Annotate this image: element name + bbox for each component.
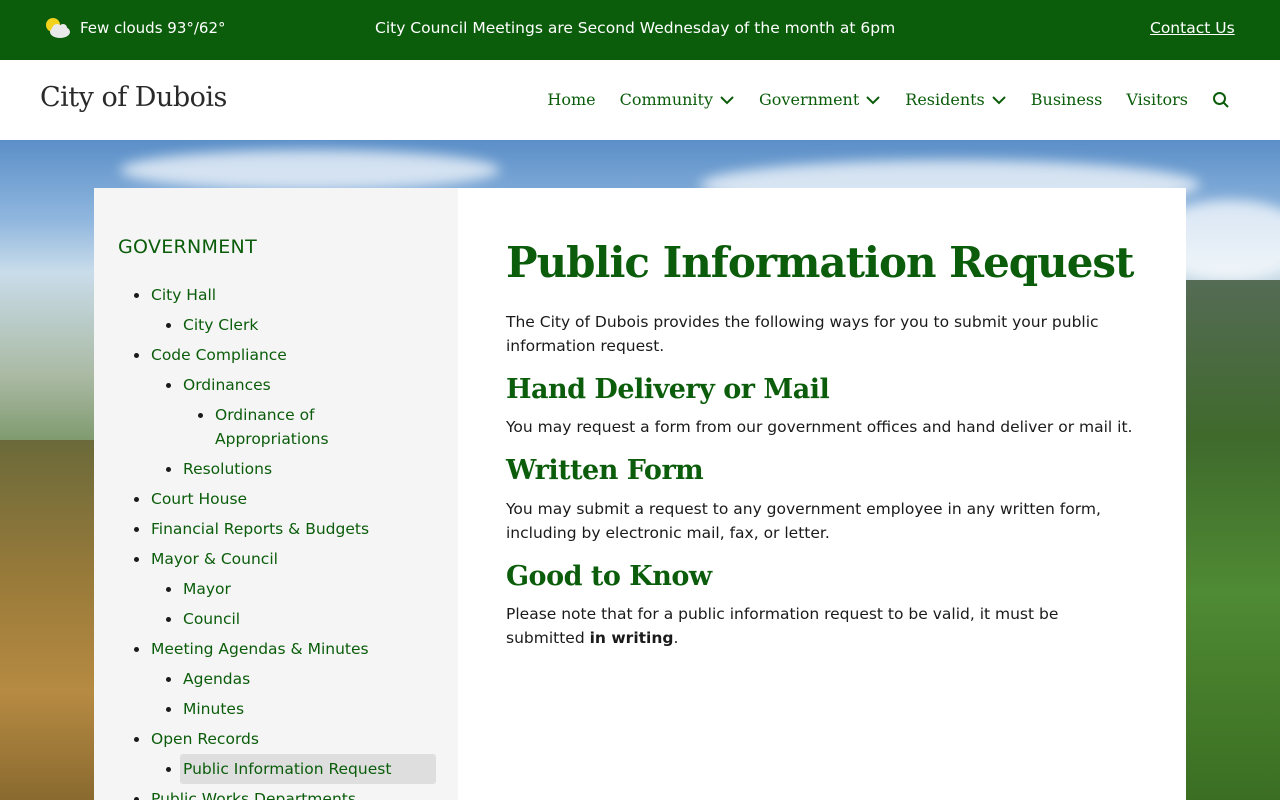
sidebar-item-public-works[interactable]: Public Works Departments xyxy=(94,784,458,800)
announcement-text: City Council Meetings are Second Wednesd… xyxy=(375,19,896,37)
sidebar-item-city-hall[interactable]: City Hall xyxy=(94,280,458,310)
sidebar-item-label: Open Records xyxy=(151,730,259,748)
sidebar-item-agendas[interactable]: Agendas xyxy=(94,664,458,694)
sidebar-item-label: Meeting Agendas & Minutes xyxy=(151,640,369,658)
chevron-down-icon xyxy=(992,95,1006,104)
sidebar-item-label: Public Works Departments xyxy=(151,790,356,800)
sidebar-item-city-clerk[interactable]: City Clerk xyxy=(94,310,458,340)
section-heading-good-to-know: Good to Know xyxy=(506,561,712,592)
intro-paragraph: The City of Dubois provides the followin… xyxy=(506,313,1099,355)
sidebar-item-label: Ordinances xyxy=(183,376,271,394)
sidebar-item-resolutions[interactable]: Resolutions xyxy=(94,454,458,484)
section-heading-written-form: Written Form xyxy=(506,455,704,486)
sidebar-item-label: Minutes xyxy=(183,700,245,718)
nav-label: Residents xyxy=(905,90,985,109)
nav-government[interactable]: Government xyxy=(759,90,881,109)
good-to-know-bold: in writing xyxy=(589,629,674,647)
sidebar-item-open-records[interactable]: Open Records xyxy=(94,724,458,754)
sidebar-item-minutes[interactable]: Minutes xyxy=(94,694,458,724)
sidebar-item-ordinance-of-appropriations[interactable]: Ordinance of Appropriations xyxy=(94,400,458,454)
contact-us-link[interactable]: Contact Us xyxy=(1150,19,1235,37)
site-title[interactable]: City of Dubois xyxy=(40,82,227,113)
good-to-know-end: . xyxy=(673,629,679,647)
sidebar-item-label: Public Information Request xyxy=(183,760,392,778)
content-card: GOVERNMENT City Hall City Clerk Code Com… xyxy=(94,188,1186,800)
nav-visitors[interactable]: Visitors xyxy=(1126,90,1188,109)
main-nav: Home Community Government Residents Busi… xyxy=(523,90,1230,109)
sidebar-item-mayor[interactable]: Mayor xyxy=(94,574,458,604)
sidebar-item-label: Financial Reports & Budgets xyxy=(151,520,370,538)
sidebar-item-label: City Hall xyxy=(151,286,217,304)
nav-label: Home xyxy=(547,90,596,109)
nav-home[interactable]: Home xyxy=(547,90,595,109)
sidebar-item-label: City Clerk xyxy=(183,316,259,334)
sidebar-list: City Hall City Clerk Code Compliance Ord… xyxy=(94,280,458,800)
weather-text: Few clouds 93°/62° xyxy=(80,19,226,37)
sidebar-nav: GOVERNMENT City Hall City Clerk Code Com… xyxy=(94,188,458,800)
chevron-down-icon xyxy=(720,95,734,104)
chevron-down-icon xyxy=(866,95,880,104)
sidebar-item-council[interactable]: Council xyxy=(94,604,458,634)
nav-label: Government xyxy=(759,90,860,109)
nav-label: Community xyxy=(619,90,714,109)
sidebar-item-label: Mayor xyxy=(183,580,231,598)
sidebar-item-court-house[interactable]: Court House xyxy=(94,484,458,514)
partly-cloudy-icon xyxy=(46,18,70,38)
weather-widget: Few clouds 93°/62° xyxy=(44,16,226,40)
sidebar-item-meeting-agendas-minutes[interactable]: Meeting Agendas & Minutes xyxy=(94,634,458,664)
nav-residents[interactable]: Residents xyxy=(905,90,1007,109)
top-bar: Few clouds 93°/62° City Council Meetings… xyxy=(0,0,1280,60)
nav-label: Visitors xyxy=(1126,90,1188,109)
section-text-good-to-know: Please note that for a public informatio… xyxy=(506,602,1106,650)
sidebar-item-label: Court House xyxy=(151,490,248,508)
section-heading-hand-delivery: Hand Delivery or Mail xyxy=(506,374,830,405)
sidebar-item-label: Resolutions xyxy=(183,460,273,478)
page-title: Public Information Request xyxy=(506,238,1134,287)
site-header: City of Dubois Home Community Government… xyxy=(0,60,1280,140)
nav-business[interactable]: Business xyxy=(1031,90,1103,109)
sidebar-item-ordinances[interactable]: Ordinances xyxy=(94,370,458,400)
nav-community[interactable]: Community xyxy=(620,90,735,109)
section-text-written-form: You may submit a request to any governme… xyxy=(506,500,1101,542)
section-text-hand-delivery: You may request a form from our governme… xyxy=(506,418,1133,436)
sidebar-item-label: Code Compliance xyxy=(151,346,287,364)
sidebar-item-mayor-council[interactable]: Mayor & Council xyxy=(94,544,458,574)
sidebar-item-financial-reports[interactable]: Financial Reports & Budgets xyxy=(94,514,458,544)
sidebar-item-label: Mayor & Council xyxy=(151,550,278,568)
sidebar-heading[interactable]: GOVERNMENT xyxy=(118,236,257,258)
sidebar-item-public-information-request[interactable]: Public Information Request xyxy=(94,754,458,784)
nav-label: Business xyxy=(1030,90,1103,109)
sidebar-item-label: Council xyxy=(183,610,241,628)
sidebar-item-label: Ordinance of Appropriations xyxy=(215,406,329,448)
sidebar-item-code-compliance[interactable]: Code Compliance xyxy=(94,340,458,370)
sidebar-item-label: Agendas xyxy=(183,670,251,688)
search-icon[interactable] xyxy=(1212,91,1230,109)
